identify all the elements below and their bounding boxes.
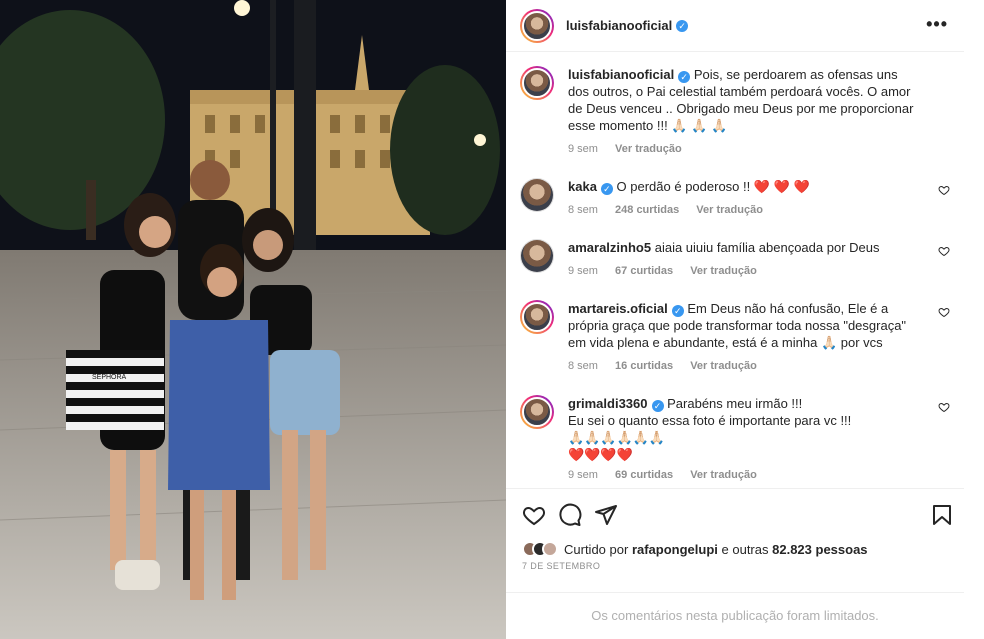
comment-likes[interactable]: 248 curtidas: [615, 204, 679, 216]
right-margin: [964, 0, 984, 639]
comment-likes[interactable]: 69 curtidas: [615, 469, 673, 481]
verified-icon: ✓: [600, 183, 613, 195]
comment-text-line2: Eu sei o quanto essa foto é importante p…: [568, 413, 852, 428]
comment-username[interactable]: martareis.oficial: [568, 301, 668, 316]
bookmark-icon[interactable]: [930, 503, 954, 527]
photo-illustration: SEPHORA: [0, 0, 506, 639]
caption-time: 9 sem: [568, 143, 598, 155]
heart-outline-icon[interactable]: [522, 503, 546, 527]
translate-link[interactable]: Ver tradução: [615, 143, 682, 155]
likes-middle: e outras: [721, 541, 769, 557]
translate-link[interactable]: Ver tradução: [696, 204, 763, 216]
comment-item: amaralzinho5 aiaia uiuiu família abençoa…: [520, 239, 950, 280]
comment-item: grimaldi3360 ✓ Parabéns meu irmão !!! Eu …: [520, 395, 950, 484]
likes-user[interactable]: rafapongelupi: [632, 542, 718, 557]
post-header: luisfabianooficial ✓ •••: [506, 0, 964, 52]
sephora-bag-text: SEPHORA: [92, 374, 127, 381]
author-username[interactable]: luisfabianooficial: [566, 18, 672, 33]
liker-avatar: [542, 541, 558, 557]
likes-summary[interactable]: Curtido por rafapongelupi e outras 82.82…: [522, 541, 868, 557]
translate-link[interactable]: Ver tradução: [690, 265, 757, 277]
comment-item: martareis.oficial ✓ Em Deus não há confus…: [520, 300, 950, 375]
comment-item: kaka ✓ O perdão é poderoso !! ❤️ ❤️ ❤️ 8 …: [520, 178, 950, 219]
comment-time: 9 sem: [568, 265, 598, 277]
comment-emoji-line3: 🙏🏻🙏🏻🙏🏻🙏🏻🙏🏻🙏🏻: [568, 430, 666, 445]
paper-plane-icon[interactable]: [594, 503, 618, 527]
comment-likes[interactable]: 67 curtidas: [615, 265, 673, 277]
comments-limited-notice: Os comentários nesta publicação foram li…: [506, 592, 964, 639]
post-date[interactable]: 7 DE SETEMBRO: [522, 561, 600, 571]
comment-bubble-icon[interactable]: [558, 503, 582, 527]
comment-text: Parabéns meu irmão !!!: [667, 396, 803, 411]
comment-likes[interactable]: 16 curtidas: [615, 360, 673, 372]
verified-icon: ✓: [676, 19, 689, 32]
comment-username[interactable]: grimaldi3360: [568, 396, 648, 411]
comment-text: aiaia uiuiu família abençoada por Deus: [654, 240, 880, 255]
commenter-avatar[interactable]: [520, 239, 554, 273]
caption-avatar[interactable]: [520, 66, 554, 100]
translate-link[interactable]: Ver tradução: [690, 360, 757, 372]
comment-text: O perdão é poderoso !!: [616, 179, 751, 194]
translate-link[interactable]: Ver tradução: [690, 469, 757, 481]
like-comment-heart-icon[interactable]: [938, 184, 950, 196]
like-comment-heart-icon[interactable]: [938, 306, 950, 318]
author-avatar[interactable]: [520, 8, 554, 43]
likes-count[interactable]: 82.823 pessoas: [772, 542, 867, 557]
comment-time: 9 sem: [568, 469, 598, 481]
comments-list[interactable]: luisfabianooficial ✓ Pois, se perdoarem a…: [506, 52, 964, 488]
like-comment-heart-icon[interactable]: [938, 401, 950, 413]
comment-time: 8 sem: [568, 360, 598, 372]
like-comment-heart-icon[interactable]: [938, 245, 950, 257]
caption-emoji: 🙏🏻 🙏🏻 🙏🏻: [671, 118, 728, 133]
comment-username[interactable]: amaralzinho5: [568, 240, 651, 255]
comment-emoji: 🙏🏻: [820, 335, 838, 350]
commenter-avatar[interactable]: [520, 178, 554, 212]
post-photo[interactable]: SEPHORA: [0, 0, 506, 639]
caption: luisfabianooficial ✓ Pois, se perdoarem a…: [520, 66, 950, 158]
comment-emoji-line4: ❤️❤️❤️❤️: [568, 447, 633, 462]
more-options-icon[interactable]: •••: [926, 14, 948, 35]
comment-username[interactable]: kaka: [568, 179, 597, 194]
verified-icon: ✓: [651, 400, 664, 412]
post-actions: Curtido por rafapongelupi e outras 82.82…: [506, 488, 964, 639]
comment-time: 8 sem: [568, 204, 598, 216]
comment-emoji: ❤️ ❤️ ❤️: [753, 179, 810, 194]
caption-username[interactable]: luisfabianooficial: [568, 67, 674, 82]
commenter-avatar[interactable]: [520, 395, 554, 429]
comment-text-end: por vcs: [840, 335, 883, 350]
likes-prefix: Curtido por: [564, 541, 629, 557]
commenter-avatar[interactable]: [520, 300, 554, 334]
post-side-panel: luisfabianooficial ✓ ••• luisfabianoofic…: [506, 0, 964, 639]
verified-icon: ✓: [678, 71, 691, 83]
verified-icon: ✓: [671, 305, 684, 317]
